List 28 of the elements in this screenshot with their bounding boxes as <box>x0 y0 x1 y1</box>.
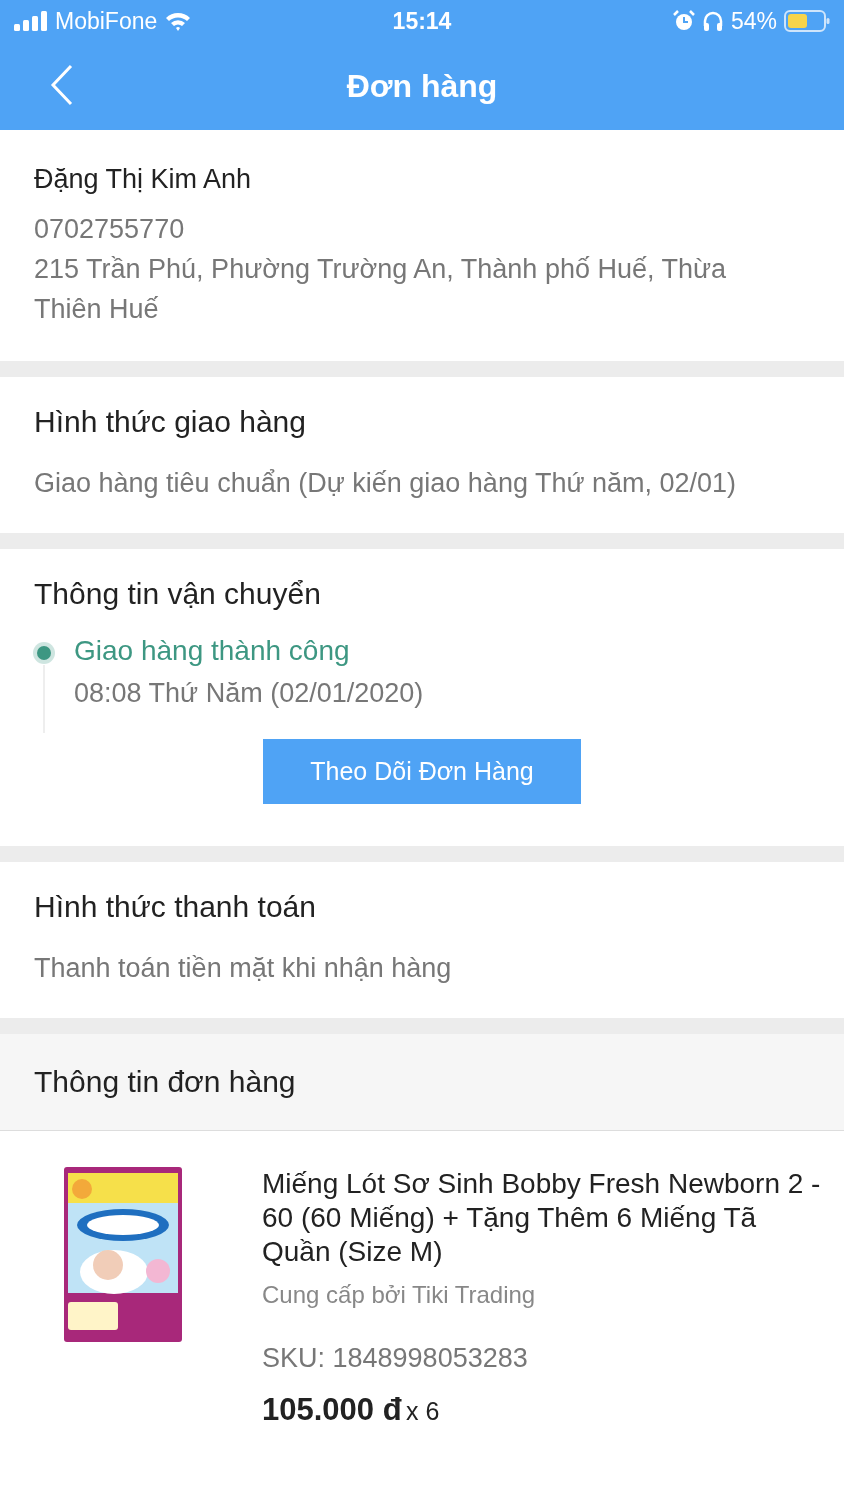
headphones-icon <box>701 10 724 32</box>
tracking-status: Giao hàng thành công <box>74 635 351 667</box>
chevron-left-icon <box>50 64 74 106</box>
carrier-name: MobiFone <box>55 7 158 35</box>
shipping-method: Giao hàng tiêu chuẩn (Dự kiến giao hàng Thứ năm, 02/01) <box>34 467 738 500</box>
status-time: 15:14 <box>392 7 452 35</box>
alarm-icon <box>672 10 695 32</box>
recipient-address: 215 Trần Phú, Phường Trường An, Thành phố Huế, Thừa Thiên Huế <box>34 253 728 326</box>
product-name: Miếng Lót Sơ Sinh Bobby Fresh Newborn 2 - 60 (60 Miếng) + Tặng Thêm 6 Miếng Tã Quần (Size M) <box>262 1167 822 1269</box>
seller-text: Cung cấp bởi Tiki Trading <box>262 1281 537 1309</box>
battery-percent: 54% <box>730 7 777 35</box>
battery-icon <box>784 10 830 32</box>
section-title: Thông tin đơn hàng <box>34 1065 296 1099</box>
wifi-icon <box>164 10 193 32</box>
section-title: Hình thức thanh toán <box>34 890 317 924</box>
product-price: 105.000 đ <box>262 1392 402 1427</box>
page-title: Đơn hàng <box>346 67 498 105</box>
product-sku: SKU: 1848998053283 <box>262 1343 529 1374</box>
recipient-phone: 0702755770 <box>34 213 186 246</box>
section-title: Thông tin vận chuyển <box>34 577 322 611</box>
signal-icon <box>14 11 48 31</box>
back-button[interactable] <box>50 64 74 106</box>
tracking-time: 08:08 Thứ Năm (02/01/2020) <box>74 677 424 710</box>
recipient-name: Đặng Thị Kim Anh <box>34 164 253 195</box>
section-title: Hình thức giao hàng <box>34 405 307 439</box>
track-order-button[interactable]: Theo Dõi Đơn Hàng <box>263 739 581 804</box>
product-quantity: x 6 <box>406 1397 440 1425</box>
payment-method: Thanh toán tiền mặt khi nhận hàng <box>34 952 453 985</box>
